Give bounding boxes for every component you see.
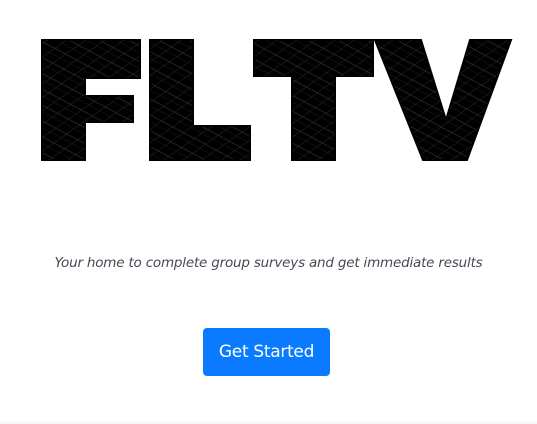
brand-logo: [0, 0, 537, 200]
logo-letter-f: [41, 39, 141, 161]
get-started-button[interactable]: Get Started: [203, 328, 330, 376]
logo-letter-l: [149, 39, 251, 161]
fltv-logo-graphic: [41, 39, 513, 161]
hero-tagline: Your home to complete group surveys and …: [54, 255, 483, 271]
logo-letter-t: [253, 39, 374, 161]
landing-page: Your home to complete group surveys and …: [0, 0, 537, 424]
page-bottom-edge: [0, 420, 537, 424]
logo-letter-v: [373, 39, 513, 161]
